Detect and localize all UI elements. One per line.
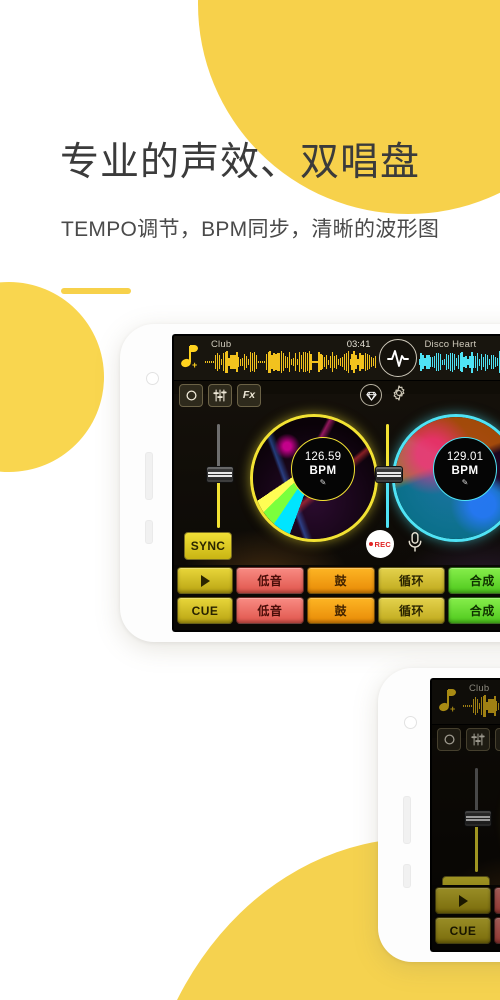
fx-button[interactable]: Fx bbox=[237, 383, 261, 407]
volume-button[interactable] bbox=[145, 452, 153, 500]
pad-label: 鼓 bbox=[334, 574, 347, 588]
pad-label: 低音 bbox=[257, 604, 283, 618]
phone-mockup-secondary: + Club 03:41 Disco Heart bbox=[378, 668, 500, 962]
pad-label: 合成 bbox=[469, 574, 495, 588]
tempo-fader-left[interactable] bbox=[206, 424, 234, 528]
pad-label: CUE bbox=[449, 923, 477, 938]
equalizer-sliders-icon[interactable] bbox=[466, 727, 490, 751]
pad-drum-2[interactable]: 鼓 bbox=[306, 597, 375, 624]
fader-handle[interactable] bbox=[206, 466, 234, 483]
microphone-icon[interactable] bbox=[406, 531, 424, 557]
accent-underline bbox=[61, 288, 131, 294]
control-icon-row: Fx bbox=[174, 382, 500, 408]
play-icon bbox=[458, 894, 468, 907]
pad-label: 低音 bbox=[257, 574, 283, 588]
left-waveform-bars bbox=[205, 349, 377, 375]
dj-app: + Club 03:41 Disco Heart bbox=[432, 680, 500, 950]
pad-label: 鼓 bbox=[334, 604, 347, 618]
pad-bass-2[interactable]: 低音 bbox=[494, 917, 500, 944]
record-dot-icon bbox=[369, 542, 374, 546]
pad-row-1: 低音鼓循环合成人声 bbox=[432, 887, 500, 917]
phone-mockup-primary: + Club 03:41 Disco Heart Fx 126.59 BPM ✎… bbox=[120, 324, 500, 642]
fader-handle[interactable] bbox=[464, 810, 492, 827]
pad-bass-2[interactable]: 低音 bbox=[236, 597, 304, 624]
phone-screen: + Club 03:41 Disco Heart bbox=[172, 334, 500, 632]
pad-row-2: CUE低音鼓循环合成人声 bbox=[174, 597, 500, 627]
left-waveform-bars bbox=[463, 693, 500, 719]
bpm-value-left: 126.59 bbox=[304, 451, 342, 463]
pad-bass-1[interactable]: 低音 bbox=[494, 887, 500, 914]
page-subtitle: TEMPO调节，BPM同步，清晰的波形图 bbox=[61, 218, 440, 241]
pad-synth-2[interactable]: 合成 bbox=[448, 597, 500, 624]
phone-screen: + Club 03:41 Disco Heart bbox=[430, 678, 500, 952]
bpm-display-left[interactable]: 126.59 BPM ✎ bbox=[291, 437, 355, 501]
tempo-fader-left[interactable] bbox=[464, 768, 492, 872]
pad-label: CUE bbox=[191, 603, 219, 618]
pad-loop-2[interactable]: 循环 bbox=[377, 597, 446, 624]
pencil-icon[interactable]: ✎ bbox=[462, 478, 469, 487]
pad-label: 循环 bbox=[398, 574, 424, 588]
tempo-fader-right[interactable] bbox=[375, 424, 403, 528]
fader-handle[interactable] bbox=[375, 466, 403, 483]
pad-grid: 低音鼓循环合成人声 CUE低音鼓循环合成人声 bbox=[174, 565, 500, 630]
pad-label: 合成 bbox=[469, 604, 495, 618]
power-button[interactable] bbox=[403, 864, 411, 888]
front-camera-icon bbox=[404, 716, 417, 729]
record-button[interactable]: REC bbox=[366, 530, 394, 558]
bpm-value-right: 129.01 bbox=[446, 451, 484, 463]
pad-cue[interactable]: CUE bbox=[177, 597, 233, 624]
decorative-blob-left bbox=[0, 282, 104, 472]
play-icon bbox=[200, 574, 210, 587]
pad-drum-1[interactable]: 鼓 bbox=[306, 567, 375, 594]
volume-button[interactable] bbox=[403, 796, 411, 844]
pad-loop-1[interactable]: 循环 bbox=[377, 567, 446, 594]
right-deck-waveform[interactable]: Disco Heart bbox=[418, 337, 500, 379]
music-note-plus-icon[interactable]: + bbox=[437, 687, 463, 717]
music-note-plus-icon[interactable]: + bbox=[179, 343, 205, 373]
pad-row-2: CUE低音鼓循环合成人声 bbox=[432, 917, 500, 947]
power-button[interactable] bbox=[145, 520, 153, 544]
sync-button[interactable]: SYNC bbox=[184, 532, 232, 560]
promo-stage: 专业的声效、双唱盘 TEMPO调节，BPM同步，清晰的波形图 + Club 03… bbox=[0, 0, 500, 1000]
waveform-icon[interactable] bbox=[378, 339, 417, 377]
bpm-display-right[interactable]: 129.01 BPM ✎ bbox=[433, 437, 497, 501]
gear-icon[interactable] bbox=[390, 384, 410, 404]
bpm-label-right: BPM bbox=[451, 465, 479, 477]
waveform-bar bbox=[374, 356, 377, 368]
left-deck-waveform[interactable]: Club 03:41 bbox=[463, 681, 500, 723]
diamond-gem-icon[interactable] bbox=[360, 384, 382, 406]
waveform-topbar: + Club 03:41 Disco Heart bbox=[432, 680, 500, 725]
pad-play[interactable] bbox=[435, 887, 491, 914]
pad-synth-1[interactable]: 合成 bbox=[448, 567, 500, 594]
pad-play[interactable] bbox=[177, 567, 233, 594]
record-label: REC bbox=[374, 539, 391, 549]
control-icon-row: Fx bbox=[432, 726, 500, 752]
equalizer-sliders-icon[interactable] bbox=[208, 383, 232, 407]
loop-circle-icon[interactable] bbox=[437, 727, 461, 751]
page-title: 专业的声效、双唱盘 bbox=[60, 141, 421, 184]
loop-circle-icon[interactable] bbox=[179, 383, 203, 407]
pad-bass-1[interactable]: 低音 bbox=[236, 567, 304, 594]
waveform-topbar: + Club 03:41 Disco Heart bbox=[174, 336, 500, 381]
pad-row-1: 低音鼓循环合成人声 bbox=[174, 567, 500, 597]
pencil-icon[interactable]: ✎ bbox=[320, 478, 327, 487]
pad-label: 循环 bbox=[398, 604, 424, 618]
bpm-label-left: BPM bbox=[309, 465, 337, 477]
fx-button[interactable]: Fx bbox=[495, 727, 500, 751]
right-waveform-bars bbox=[418, 349, 500, 375]
pad-grid: 低音鼓循环合成人声 CUE低音鼓循环合成人声 bbox=[432, 885, 500, 950]
dj-app: + Club 03:41 Disco Heart bbox=[174, 336, 500, 630]
front-camera-icon bbox=[146, 372, 159, 385]
pad-cue[interactable]: CUE bbox=[435, 917, 491, 944]
left-deck-waveform[interactable]: Club 03:41 bbox=[205, 337, 377, 379]
